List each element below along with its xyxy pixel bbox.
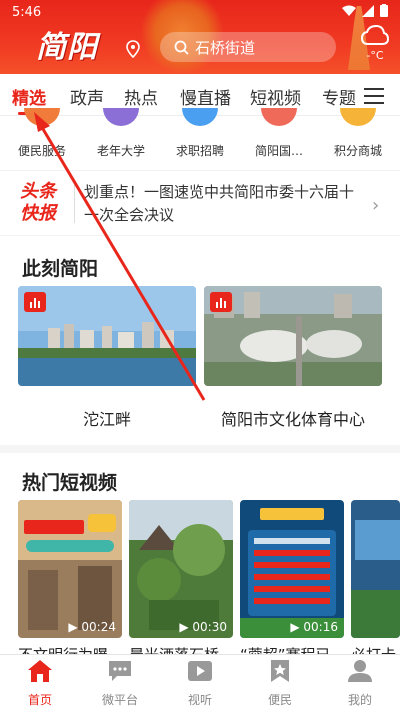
app-header: 5:46 简阳 石桥街道 -°C xyxy=(0,0,400,74)
nav-services[interactable]: 便民 xyxy=(240,659,320,708)
video-duration: ▶ 00:24 xyxy=(68,620,116,634)
live-card-label: 简阳市文化体育中心 xyxy=(220,410,365,429)
live-card-label: 沱江畔 xyxy=(82,410,131,429)
nav-label: 视听 xyxy=(187,693,212,707)
tab-topics[interactable]: 专题 xyxy=(322,84,356,109)
tab-featured[interactable]: 精选 xyxy=(12,84,46,109)
bottom-navigation: 首页 微平台 视听 便民 我的 xyxy=(0,654,400,711)
headline-banner[interactable]: 头条 快报 划重点！一图速览中共简阳市委十六届十一次全会决议 › xyxy=(0,170,400,236)
search-text: 石桥街道 xyxy=(195,38,256,57)
nav-micro-platform[interactable]: 微平台 xyxy=(80,659,160,708)
video-thumbnail xyxy=(240,500,344,638)
signal-icon xyxy=(362,4,374,17)
section-title-now: 此刻简阳 xyxy=(22,258,99,280)
app-logo[interactable]: 简阳 xyxy=(36,22,98,66)
chat-icon xyxy=(109,661,131,681)
headline-text: 划重点！一图速览中共简阳市委十六届十一次全会决议 xyxy=(84,183,355,224)
job-icon xyxy=(182,108,218,126)
cloud-icon xyxy=(360,24,390,45)
nav-label: 便民 xyxy=(267,693,292,707)
location-icon[interactable] xyxy=(126,40,140,58)
search-bar[interactable]: 石桥街道 xyxy=(160,32,336,62)
video-thumbnail xyxy=(351,500,400,638)
live-card[interactable] xyxy=(18,286,196,386)
headline-badge: 头条 快报 xyxy=(20,181,66,227)
live-badge-icon xyxy=(210,292,232,312)
tab-live[interactable]: 慢直播 xyxy=(180,84,231,109)
video-duration: ▶ 00:30 xyxy=(179,620,227,634)
video-card[interactable]: ▶ 00:24 xyxy=(18,500,122,638)
bookmark-star-icon xyxy=(271,660,289,682)
battery-icon xyxy=(380,4,388,17)
headline-badge-line2: 快报 xyxy=(20,203,56,224)
status-icons xyxy=(342,4,388,17)
live-badge-icon xyxy=(24,292,46,312)
menu-icon[interactable] xyxy=(364,88,384,104)
weather-temp: -°C xyxy=(366,49,384,62)
nav-profile[interactable]: 我的 xyxy=(320,659,400,708)
service-label: 积分商城 xyxy=(333,144,382,158)
nav-media[interactable]: 视听 xyxy=(160,659,240,708)
search-icon xyxy=(174,40,189,55)
service-icon xyxy=(24,108,60,126)
status-time: 5:46 xyxy=(12,5,42,20)
video-card[interactable] xyxy=(351,500,400,638)
weather-widget[interactable]: -°C xyxy=(356,24,394,70)
nav-label: 我的 xyxy=(347,693,372,707)
live-card[interactable] xyxy=(204,286,382,386)
video-duration: ▶ 00:16 xyxy=(290,620,338,634)
service-label: 求职招聘 xyxy=(175,144,224,158)
national-icon xyxy=(261,108,297,126)
tab-short-video[interactable]: 短视频 xyxy=(250,84,301,109)
tab-hot[interactable]: 热点 xyxy=(124,84,158,109)
nav-label: 微平台 xyxy=(101,693,138,707)
chevron-right-icon: › xyxy=(372,195,380,216)
video-card[interactable]: ▶ 00:30 xyxy=(129,500,233,638)
tab-politics[interactable]: 政声 xyxy=(70,84,104,109)
video-thumbnail xyxy=(18,500,122,638)
section-title-videos: 热门短视频 xyxy=(22,472,118,494)
elderly-icon xyxy=(103,108,139,126)
headline-divider xyxy=(74,183,75,223)
headline-badge-line1: 头条 xyxy=(20,181,56,202)
wifi-icon xyxy=(342,5,356,16)
service-shortcuts: 便民服务 老年大学 求职招聘 简阳国… 积分商城 xyxy=(0,108,400,164)
video-thumbnail xyxy=(129,500,233,638)
video-card[interactable]: ▶ 00:16 xyxy=(240,500,344,638)
home-icon xyxy=(28,660,52,682)
service-label: 老年大学 xyxy=(96,144,145,158)
section-divider xyxy=(0,445,400,453)
nav-home[interactable]: 首页 xyxy=(0,659,80,708)
service-label: 简阳国… xyxy=(254,144,303,158)
video-play-icon xyxy=(188,661,212,681)
mall-icon xyxy=(340,108,376,126)
user-icon xyxy=(348,660,372,682)
nav-label: 首页 xyxy=(27,693,52,707)
service-label: 便民服务 xyxy=(17,144,66,158)
app-screen: 5:46 简阳 石桥街道 -°C 精选 政声 热点 慢直播 短视频 专题 便民服… xyxy=(0,0,400,711)
